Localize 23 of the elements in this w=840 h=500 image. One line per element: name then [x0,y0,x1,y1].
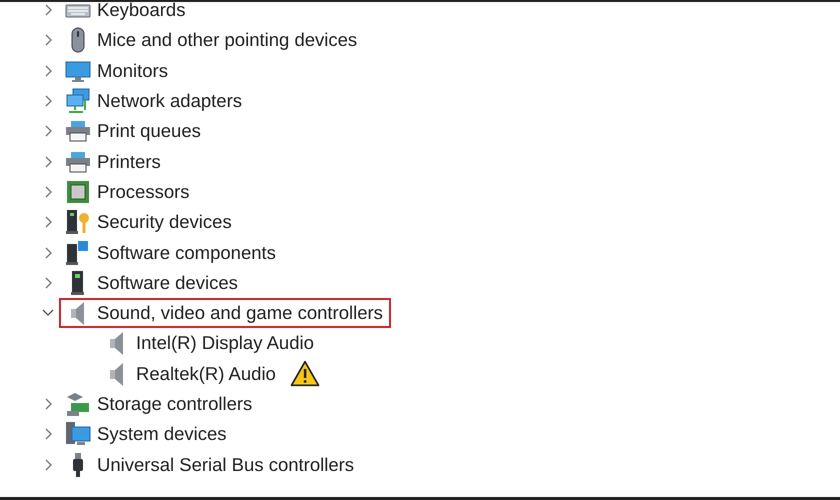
tree-item-label[interactable]: Print queues [97,120,201,142]
tree-item-label[interactable]: Software devices [97,272,238,294]
tree-item-label[interactable]: Processors [97,180,190,203]
tree-item-label[interactable]: Software components [97,242,276,264]
tree-item-label[interactable]: Storage controllers [97,393,252,415]
tree-item-label[interactable]: Sound, video and game controllers [97,302,383,324]
tree-item-label[interactable]: Intel(R) Display Audio [136,332,314,354]
tree-item-label[interactable]: Universal Serial Bus controllers [97,454,354,476]
tree-item-label[interactable]: System devices [97,423,227,446]
key-tower-icon [65,209,91,236]
network-icon [65,88,91,114]
component-tower-icon [65,240,91,266]
tree-item-label[interactable]: Realtek(R) Audio [136,362,276,385]
storage-icon [65,391,91,417]
computer-icon [65,421,91,448]
processor-icon [65,178,91,205]
printer-icon [65,118,91,144]
tree-item-label[interactable]: Network adapters [97,90,242,112]
tree-item-label[interactable]: Monitors [97,60,168,82]
tree-item-label[interactable]: Mice and other pointing devices [97,29,358,52]
tree-item-label[interactable]: Keyboards [97,2,186,22]
tree-item-label[interactable]: Printers [97,150,161,173]
tree-item-label[interactable]: Security devices [97,211,232,234]
